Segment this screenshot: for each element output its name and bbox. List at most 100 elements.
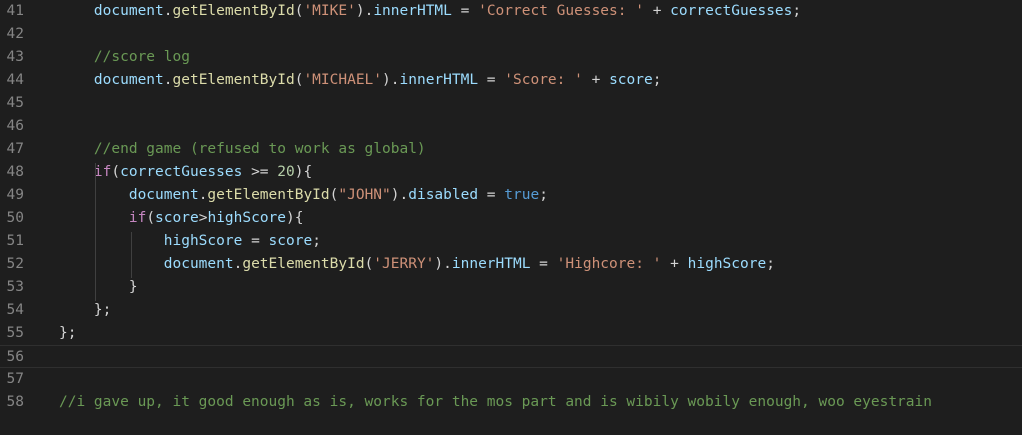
code-line[interactable]: 56 [0,345,1022,368]
code-token: + [643,3,671,19]
code-token: getElementById [172,72,295,88]
code-token: = [530,256,557,272]
code-token: ){ [294,164,313,180]
code-token: ; [652,72,662,88]
line-number: 54 [6,302,24,318]
code-line[interactable]: 49 document.getElementById("JOHN").disab… [0,184,1022,207]
code-token: ). [390,187,409,203]
code-token: disabled [408,187,479,203]
code-token: //score log [93,49,190,65]
line-code: highScore = score; [59,230,321,253]
code-token: 'Correct Guesses: ' [478,3,644,19]
code-line[interactable]: 55}; [0,322,1022,345]
line-code: //end game (refused to work as global) [59,138,426,161]
code-token: ; [312,233,321,249]
line-number: 51 [6,233,24,249]
code-line[interactable]: 47 //end game (refused to work as global… [0,138,1022,161]
code-token: ( [364,256,374,272]
line-code: document.getElementById('MICHAEL').inner… [59,69,662,92]
code-token: }; [93,302,112,318]
code-token: = [242,233,269,249]
line-number: 49 [6,187,24,203]
code-token: innerHTML [373,3,452,19]
code-token: innerHTML [399,72,479,88]
code-token: 'JERRY' [373,256,435,272]
code-token: }; [59,325,77,341]
code-token: ). [382,72,400,88]
line-number: 46 [6,118,24,134]
code-token: ). [355,3,374,19]
code-editor[interactable]: 41 document.getElementById('MIKE').inner… [0,0,1022,435]
code-line[interactable]: 45 [0,92,1022,115]
code-token: highScore [163,233,243,249]
code-line[interactable]: 41 document.getElementById('MIKE').inner… [0,0,1022,23]
code-line[interactable]: 44 document.getElementById('MICHAEL').in… [0,69,1022,92]
line-code: document.getElementById('JERRY').innerHT… [59,253,775,276]
code-token: innerHTML [451,256,531,272]
code-token: if [128,210,147,226]
indent-guide [131,232,132,278]
indent-guide [95,163,96,301]
code-token: 'MICHAEL' [303,72,383,88]
code-token: } [128,279,138,295]
code-token: . [163,72,173,88]
line-code: } [59,276,138,299]
code-token: ; [792,3,802,19]
line-number: 48 [6,164,24,180]
code-token: document [128,187,199,203]
code-token: score [155,210,199,226]
code-token: score [268,233,313,249]
code-token: getElementById [207,187,330,203]
code-line[interactable]: 42 [0,23,1022,46]
code-line[interactable]: 57 [0,368,1022,391]
code-token: correctGuesses [120,164,243,180]
code-token: getElementById [242,256,365,272]
code-line[interactable]: 51 highScore = score; [0,230,1022,253]
code-token: 'Score: ' [504,72,583,88]
code-line[interactable]: 52 document.getElementById('JERRY').inne… [0,253,1022,276]
code-line[interactable]: 46 [0,115,1022,138]
line-number: 58 [6,394,24,410]
line-number: 52 [6,256,24,272]
code-token: 'Highcore: ' [556,256,662,272]
code-token: 20 [277,164,295,180]
line-number: 47 [6,141,24,157]
code-token: score [609,72,653,88]
code-line[interactable]: 53 } [0,276,1022,299]
code-token: . [163,3,173,19]
code-token: = [478,72,505,88]
code-token: >= [242,164,278,180]
line-code: }; [59,299,111,322]
line-code: if(correctGuesses >= 20){ [59,161,312,184]
line-number: 56 [6,349,24,365]
code-token: ; [766,256,775,272]
code-token: ( [111,164,121,180]
code-token: = [478,187,505,203]
code-line[interactable]: 50 if(score>highScore){ [0,207,1022,230]
line-code: //i gave up, it good enough as is, works… [59,391,932,414]
line-code: }; [59,322,76,345]
code-line[interactable]: 43 //score log [0,46,1022,69]
line-number: 44 [6,72,24,88]
line-code: document.getElementById('MIKE').innerHTM… [59,0,801,23]
code-token: if [93,164,112,180]
code-token: //end game (refused to work as global) [93,141,426,157]
code-line[interactable]: 48 if(correctGuesses >= 20){ [0,161,1022,184]
code-line[interactable]: 54 }; [0,299,1022,322]
code-token: highScore [687,256,767,272]
line-number: 42 [6,26,24,42]
code-token: + [582,72,610,88]
line-number: 43 [6,49,24,65]
line-code: //score log [59,46,190,69]
code-line[interactable]: 58 //i gave up, it good enough as is, wor… [0,391,1022,414]
line-number: 53 [6,279,24,295]
code-token: document [93,3,164,19]
